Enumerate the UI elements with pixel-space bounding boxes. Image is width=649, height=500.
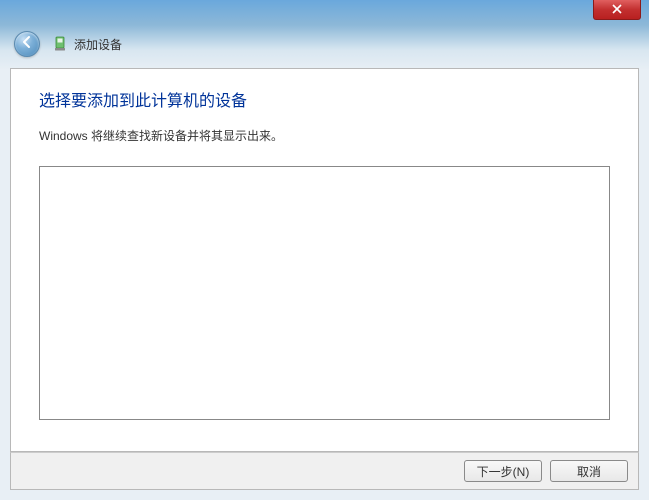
next-button[interactable]: 下一步(N) xyxy=(464,460,542,482)
back-button[interactable] xyxy=(14,31,40,57)
back-arrow-icon xyxy=(20,35,34,54)
wizard-header: 添加设备 xyxy=(0,24,649,64)
device-icon xyxy=(52,36,68,52)
close-icon xyxy=(612,1,622,19)
device-list-box[interactable] xyxy=(39,166,610,420)
content-panel: 选择要添加到此计算机的设备 Windows 将继续查找新设备并将其显示出来。 xyxy=(10,68,639,452)
cancel-button[interactable]: 取消 xyxy=(550,460,628,482)
add-device-wizard-window: 添加设备 选择要添加到此计算机的设备 Windows 将继续查找新设备并将其显示… xyxy=(0,0,649,500)
button-bar: 下一步(N) 取消 xyxy=(10,452,639,490)
wizard-title: 添加设备 xyxy=(74,36,122,53)
page-subtext: Windows 将继续查找新设备并将其显示出来。 xyxy=(39,127,610,144)
header-title-group: 添加设备 xyxy=(52,36,122,53)
page-heading: 选择要添加到此计算机的设备 xyxy=(39,87,610,111)
close-button[interactable] xyxy=(593,0,641,20)
